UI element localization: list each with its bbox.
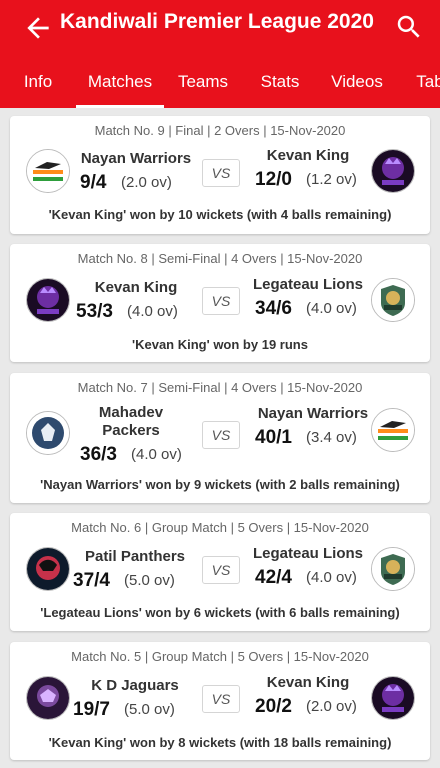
team1-name: Nayan Warriors (80, 150, 192, 167)
team1-score: 9/4 (80, 172, 107, 193)
match-meta: Match No. 8 | Semi-Final | 4 Overs | 15-… (77, 251, 363, 266)
nayan-warriors-logo (26, 149, 70, 193)
kevan-king-logo (26, 278, 70, 322)
match-result: 'Kevan King' won by 19 runs (132, 337, 308, 352)
team2-overs: (4.0 ov) (306, 300, 357, 317)
kd-jaguars-logo (26, 676, 70, 720)
match-result: 'Legateau Lions' won by 6 wickets (with … (40, 605, 400, 620)
team1-score: 36/3 (80, 444, 117, 465)
search-button[interactable] (394, 12, 424, 42)
team2-score: 40/1 (255, 427, 292, 448)
team2-overs: (1.2 ov) (306, 171, 357, 188)
kevan-king-logo (371, 676, 415, 720)
match-card[interactable]: Match No. 8 | Semi-Final | 4 Overs | 15-… (10, 244, 430, 362)
team2-score: 34/6 (255, 298, 292, 319)
team1-overs: (5.0 ov) (124, 701, 175, 718)
app-bar: Kandiwali Premier League 2020 Info Match… (0, 0, 440, 108)
search-icon (397, 15, 420, 38)
team1-name: Patil Panthers (84, 548, 186, 565)
tab-teams[interactable]: Teams (174, 62, 232, 108)
vs-badge: VS (202, 685, 240, 713)
team2-name: Nayan Warriors (257, 405, 369, 422)
tab-info[interactable]: Info (14, 62, 62, 108)
match-meta: Match No. 6 | Group Match | 5 Overs | 15… (71, 520, 369, 535)
match-meta: Match No. 7 | Semi-Final | 4 Overs | 15-… (77, 380, 363, 395)
team2-name: Kevan King (266, 674, 350, 691)
top-bar: Kandiwali Premier League 2020 (0, 0, 440, 56)
team1-overs: (2.0 ov) (121, 174, 172, 191)
nayan-warriors-logo (371, 408, 415, 452)
vs-badge: VS (202, 287, 240, 315)
patil-panthers-logo (26, 547, 70, 591)
team1-overs: (4.0 ov) (131, 446, 182, 463)
vs-badge: VS (202, 159, 240, 187)
vs-badge: VS (202, 421, 240, 449)
kevan-king-logo (371, 149, 415, 193)
match-meta: Match No. 9 | Final | 2 Overs | 15-Nov-2… (94, 123, 346, 138)
team1-name: Kevan King (94, 279, 178, 296)
mahadev-packers-logo (26, 411, 70, 455)
team1-score: 53/3 (76, 301, 113, 322)
vs-badge: VS (202, 556, 240, 584)
tab-more[interactable]: Tab (410, 62, 440, 108)
team2-score: 20/2 (255, 696, 292, 717)
team2-overs: (2.0 ov) (306, 698, 357, 715)
team1-score: 19/7 (73, 699, 110, 720)
team2-overs: (4.0 ov) (306, 569, 357, 586)
team1-score: 37/4 (73, 570, 110, 591)
back-button[interactable] (22, 12, 54, 44)
match-meta: Match No. 5 | Group Match | 5 Overs | 15… (71, 649, 369, 664)
legateau-lions-logo (371, 547, 415, 591)
team2-score: 12/0 (255, 169, 292, 190)
legateau-lions-logo (371, 278, 415, 322)
team2-name: Legateau Lions (252, 276, 364, 293)
match-result: 'Nayan Warriors' won by 9 wickets (with … (40, 477, 400, 492)
page-title: Kandiwali Premier League 2020 (60, 10, 374, 33)
arrow-left-icon (27, 17, 49, 39)
tab-videos[interactable]: Videos (326, 62, 388, 108)
team1-overs: (4.0 ov) (127, 303, 178, 320)
match-card[interactable]: Match No. 6 | Group Match | 5 Overs | 15… (10, 513, 430, 631)
match-result: 'Kevan King' won by 8 wickets (with 18 b… (48, 735, 392, 750)
tab-stats[interactable]: Stats (252, 62, 308, 108)
match-result: 'Kevan King' won by 10 wickets (with 4 b… (48, 207, 392, 222)
tab-bar: Info Matches Teams Stats Videos Tab (0, 62, 440, 108)
match-card[interactable]: Match No. 5 | Group Match | 5 Overs | 15… (10, 642, 430, 760)
team2-name: Kevan King (266, 147, 350, 164)
team2-overs: (3.4 ov) (306, 429, 357, 446)
team2-name: Legateau Lions (252, 545, 364, 562)
team2-score: 42/4 (255, 567, 292, 588)
team1-overs: (5.0 ov) (124, 572, 175, 589)
match-card[interactable]: Match No. 9 | Final | 2 Overs | 15-Nov-2… (10, 116, 430, 234)
match-card[interactable]: Match No. 7 | Semi-Final | 4 Overs | 15-… (10, 373, 430, 503)
team1-name: K D Jaguars (91, 677, 179, 694)
team1-name-line2: Packers (102, 422, 160, 439)
team1-name-line1: Mahadev (98, 404, 164, 421)
tab-matches[interactable]: Matches (76, 62, 164, 108)
